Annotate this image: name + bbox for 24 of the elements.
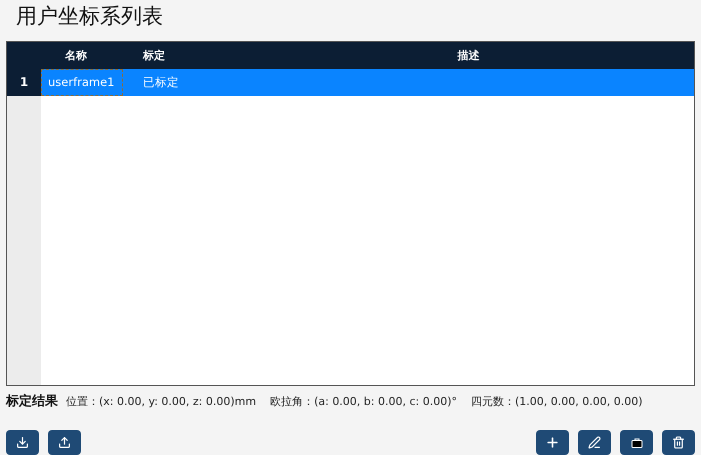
edit-button[interactable] [578,430,611,455]
delete-button[interactable] [662,430,695,455]
table-cell[interactable] [243,68,694,96]
table-cell[interactable]: 已标定 [123,68,243,96]
result-value: 欧拉角：(a: 0.00, b: 0.00, c: 0.00)° [270,394,458,408]
column-header: 标定 [143,48,165,63]
box-button[interactable] [620,430,653,455]
plus-icon [545,435,560,450]
table-cell[interactable]: userframe1 [41,68,123,96]
trash-icon [672,436,685,449]
column-header: 名称 [65,48,87,63]
pen-icon [588,436,601,449]
import-button[interactable] [6,430,39,455]
download-icon [16,436,29,449]
result-label: 标定结果 [6,392,58,410]
upload-icon [58,436,71,449]
result-value: 位置：(x: 0.00, y: 0.00, z: 0.00)mm [66,394,256,408]
export-button[interactable] [48,430,81,455]
result-value: 四元数：(1.00, 0.00, 0.00, 0.00) [471,394,643,408]
box-icon [630,438,642,448]
row-number: 1 [7,68,41,96]
column-header: 描述 [458,48,480,63]
page-title: 用户坐标系列表 [16,3,164,30]
add-button[interactable] [536,430,569,455]
